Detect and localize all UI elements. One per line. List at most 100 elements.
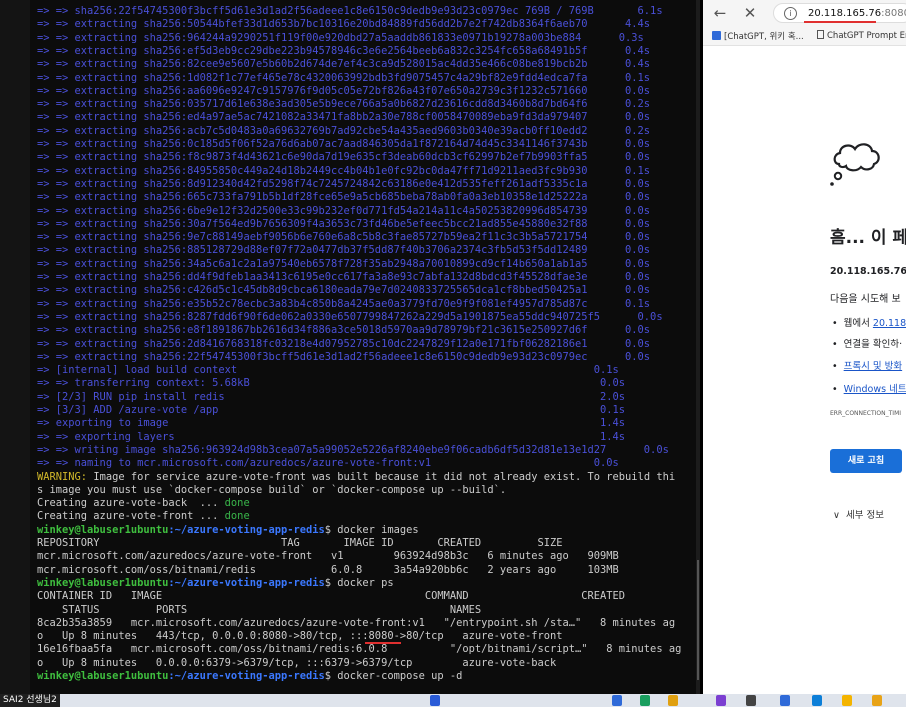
terminal-window[interactable]: => => sha256:22f54745300f3bcff5d61e3d1ad… xyxy=(30,0,700,694)
command-text: docker ps xyxy=(337,576,394,589)
output-text: CONTAINER ID IMAGE COMMAND CREATED xyxy=(37,590,626,603)
output-text: o Up 8 minutes 443/tcp, 0.0.0.0:8080->80… xyxy=(37,630,563,643)
terminal-line: => => extracting sha256:2d8416768318fc03… xyxy=(37,338,650,351)
tip-4-link[interactable]: Windows 네트 xyxy=(844,384,906,395)
terminal-line: => => extracting sha256:8287fdd6f90f6de0… xyxy=(37,311,663,324)
address-port: :8080 xyxy=(881,8,906,19)
output-text: => => extracting sha256:c426d5c1c45db8d9… xyxy=(37,284,651,297)
terminal-line: => => extracting sha256:964244a9290251f1… xyxy=(37,32,644,45)
terminal-line: => => extracting sha256:e35b52c78ecbc3a8… xyxy=(37,298,650,311)
terminal-line: => => extracting sha256:34a5c6a1c2a1a975… xyxy=(37,258,650,271)
terminal-line: mcr.microsoft.com/oss/bitnami/redis 6.0.… xyxy=(37,564,619,577)
output-text: => => extracting sha256:6be9e12f32d2500e… xyxy=(37,204,651,217)
back-arrow-icon[interactable]: ← xyxy=(711,4,729,22)
prompt-user: winkey@labuser1ubuntu xyxy=(37,576,169,589)
output-text: => => extracting sha256:9e7c88149aebf905… xyxy=(37,231,651,244)
terminal-line: => => extracting sha256:8d912340d42fd529… xyxy=(37,178,650,191)
output-text: => [3/3] ADD /azure-vote /app 0.1s xyxy=(37,404,626,416)
creating-text: Creating azure-vote-front ... xyxy=(37,510,225,523)
app-icon[interactable] xyxy=(746,695,756,706)
output-text: => [2/3] RUN pip install redis 2.0s xyxy=(37,390,626,403)
details-label: 세부 정보 xyxy=(846,510,884,521)
app-icon[interactable] xyxy=(812,695,822,706)
app-icon[interactable] xyxy=(716,695,726,706)
terminal-line: o Up 8 minutes 0.0.0.0:6379->6379/tcp, :… xyxy=(37,657,556,670)
bookmark-item-1[interactable]: [ChatGPT, 위키 혹... xyxy=(712,30,804,42)
tip-3: • 프록시 및 방화 xyxy=(832,361,903,372)
terminal-line: winkey@labuser1ubuntu:~/azure-voting-app… xyxy=(37,524,419,537)
terminal-line: => => extracting sha256:82cee9e5607e5b60… xyxy=(37,58,650,71)
terminal-line: CONTAINER ID IMAGE COMMAND CREATED xyxy=(37,590,625,603)
command-text: docker images xyxy=(337,523,419,536)
terminal-line: => => extracting sha256:885128729d88ef07… xyxy=(37,244,650,257)
tip-1-link[interactable]: 20.118 xyxy=(873,318,906,329)
terminal-line: STATUS PORTS NAMES xyxy=(37,604,481,617)
output-text: => => extracting sha256:ef5d3eb9cc29dbe2… xyxy=(37,44,651,57)
chevron-down-icon: ∨ xyxy=(833,510,840,521)
output-text: => [internal] load build context 0.1s xyxy=(37,364,619,377)
terminal-line: Creating azure-vote-back ... done xyxy=(37,497,250,510)
output-text: => => extracting sha256:035717d61e638e3a… xyxy=(37,98,651,111)
app-icon[interactable] xyxy=(780,695,790,706)
try-label: 다음을 시도해 보 xyxy=(830,294,901,305)
output-text: => => extracting sha256:8d912340d42fd529… xyxy=(37,177,651,190)
address-bar[interactable]: i 20.118.165.76:8080 xyxy=(773,3,906,23)
terminal-line: => => extracting sha256:035717d61e638e3a… xyxy=(37,98,650,111)
terminal-line: => => extracting sha256:0c185d5f06f52a76… xyxy=(37,138,650,151)
reload-button[interactable]: 새로 고침 xyxy=(830,449,902,473)
output-text: => exporting to image 1.4s xyxy=(37,417,626,430)
terminal-line: => => extracting sha256:84955850c449a24d… xyxy=(37,165,650,178)
output-text: => => naming to mcr.microsoft.com/azured… xyxy=(37,457,619,470)
output-text: => => extracting sha256:acb7c5d0483a0a69… xyxy=(37,124,651,137)
app-icon[interactable] xyxy=(872,695,882,706)
bookmark-folder-icon xyxy=(712,31,721,40)
terminal-line: winkey@labuser1ubuntu:~/azure-voting-app… xyxy=(37,577,394,590)
warning-label: WARNING: xyxy=(37,470,88,483)
page-icon xyxy=(817,30,824,39)
terminal-line: => => extracting sha256:aa6096e9247c9157… xyxy=(37,85,650,98)
bookmark-label-1: [ChatGPT, 위키 혹... xyxy=(724,32,804,42)
terminal-scrollbar-thumb[interactable] xyxy=(697,560,699,680)
terminal-line: => => extracting sha256:c426d5c1c45db8d9… xyxy=(37,284,650,297)
tip-3-link[interactable]: 프록시 및 방화 xyxy=(844,361,902,372)
terminal-line: mcr.microsoft.com/azuredocs/azure-vote-f… xyxy=(37,550,619,563)
error-code: ERR_CONNECTION_TIMI xyxy=(830,410,902,417)
output-text: => => extracting sha256:1d082f1c77ef465e… xyxy=(37,71,651,84)
close-icon[interactable]: ✕ xyxy=(741,4,759,22)
info-icon[interactable]: i xyxy=(784,7,797,20)
address-red-underline xyxy=(804,21,876,23)
app-icon[interactable] xyxy=(668,695,678,706)
output-text: => => extracting sha256:2d8416768318fc03… xyxy=(37,337,651,350)
output-text: 16e16fbaa5fa mcr.microsoft.com/oss/bitna… xyxy=(37,643,682,656)
bookmark-item-2[interactable]: ChatGPT Prompt En... xyxy=(817,30,906,41)
left-window-strip xyxy=(0,0,30,694)
app-icon[interactable] xyxy=(640,695,650,706)
output-text: STATUS PORTS NAMES xyxy=(37,603,482,616)
address-url[interactable]: 20.118.165.76:8080 xyxy=(808,8,906,19)
output-text: => => extracting sha256:84955850c449a24d… xyxy=(37,164,651,177)
terminal-line: => => transferring context: 5.68kB 0.0s xyxy=(37,377,625,390)
app-icon[interactable] xyxy=(612,695,622,706)
app-icon[interactable] xyxy=(842,695,852,706)
output-text: mcr.microsoft.com/azuredocs/azure-vote-f… xyxy=(37,550,619,563)
terminal-line: 8ca2b35a3859 mcr.microsoft.com/azuredocs… xyxy=(37,617,675,630)
prompt-path: :~/azure-voting-app-redis xyxy=(168,576,325,589)
output-text: s image you must use `docker-compose bui… xyxy=(37,483,507,496)
terminal-line: => => exporting layers 1.4s xyxy=(37,431,625,444)
terminal-line: => => extracting sha256:ed4a97ae5ac74210… xyxy=(37,111,650,124)
output-text: => => extracting sha256:22f54745300f3bcf… xyxy=(37,350,651,363)
bookmarks-bar: [ChatGPT, 위키 혹... ChatGPT Prompt En... xyxy=(703,27,906,46)
app-icon[interactable] xyxy=(430,695,440,706)
output-text: => => extracting sha256:e8f1891867bb2616… xyxy=(37,324,651,337)
terminal-line: REPOSITORY TAG IMAGE ID CREATED SIZE xyxy=(37,537,562,550)
browser-window: ← ✕ i 20.118.165.76:8080 [ChatGPT, 위키 혹.… xyxy=(703,0,906,694)
creating-text: Creating azure-vote-back ... xyxy=(37,497,225,510)
terminal-line: => => extracting sha256:665c733fa791b5b1… xyxy=(37,191,650,204)
output-text: => => extracting sha256:50544bfef33d1d65… xyxy=(37,18,651,31)
details-toggle[interactable]: ∨ 세부 정보 xyxy=(833,507,884,521)
terminal-line: => => extracting sha256:f8c9873f4d43621c… xyxy=(37,151,650,164)
tip-1-prefix: 웹에서 xyxy=(843,318,873,329)
output-text: => => extracting sha256:8287fdd6f90f6de0… xyxy=(37,310,663,323)
terminal-line: => => naming to mcr.microsoft.com/azured… xyxy=(37,457,619,470)
output-text: => => writing image sha256:963924d98b3ce… xyxy=(37,443,669,456)
